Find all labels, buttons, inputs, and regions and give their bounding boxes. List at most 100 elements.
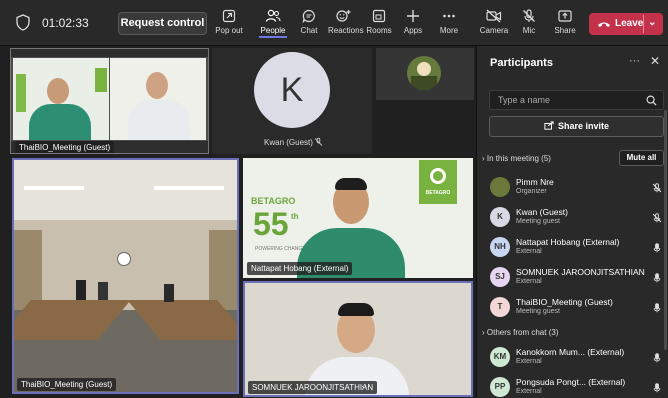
participant-name: Kwan (Guest) [516,207,568,217]
people-button[interactable]: People [259,9,287,41]
pop-out-label: Pop out [215,26,243,35]
share-button[interactable]: Share [552,9,578,41]
search-input[interactable]: Type a name [489,90,664,110]
room-ceiling [14,160,237,220]
share-invite-label: Share invite [557,121,610,131]
avatar: K [490,207,510,227]
panel-title: Participants [490,57,553,69]
apps-label: Apps [403,26,423,35]
shield-icon [16,14,30,31]
chat-label: Chat [300,26,318,35]
participant-role: External [516,358,542,365]
avatar: T [490,297,510,317]
mute-all-button[interactable]: Mute all [619,150,664,166]
reactions-icon [336,10,351,22]
participant-name: ThaiBIO_Meeting (Guest) [516,297,613,307]
avatar: SJ [490,267,510,287]
panel-scrollbar[interactable] [664,110,667,350]
video-tile-organizer[interactable] [376,48,474,100]
logo-badge [95,68,107,92]
participant-name: Kanokkorn Mum... (External) [516,347,625,357]
others-section-header[interactable]: › Others from chat (3) [482,328,558,337]
participant-name-tag: Nattapat Hobang (External) [247,262,353,275]
mic-off-icon[interactable] [652,181,662,199]
participant-role: External [516,248,542,255]
participant-row[interactable]: SJ SOMNUEK JAROONJITSATHIAN External [490,264,668,292]
person-head [47,78,69,104]
participant-row[interactable]: T ThaiBIO_Meeting (Guest) Meeting guest [490,294,668,322]
reactions-button[interactable]: Reactions [328,9,364,41]
mic-off-icon[interactable] [652,211,662,229]
apps-icon [407,10,419,22]
mic-button[interactable]: Mic [516,9,542,41]
participants-panel: Participants ··· ✕ Type a name Share inv… [476,46,668,398]
mic-icon[interactable] [652,351,662,369]
rooms-label: Rooms [366,26,392,35]
seated-person [164,284,174,302]
people-label: People [259,26,287,38]
participant-row[interactable]: PP Pongsuda Pongt... (External) External [490,374,668,398]
search-placeholder: Type a name [498,95,551,105]
shared-video-left [13,58,109,140]
rooms-button[interactable]: Rooms [366,9,392,41]
apps-button[interactable]: Apps [400,9,426,41]
avatar [490,177,510,197]
photo-detail [411,76,437,90]
participant-role: Meeting guest [516,218,560,225]
request-control-button[interactable]: Request control [118,12,207,35]
chat-button[interactable]: Chat [296,9,322,41]
person-head [146,72,168,99]
shared-video-right [110,58,206,140]
participant-row[interactable]: K Kwan (Guest) Meeting guest [490,204,668,232]
more-icon [443,14,455,18]
close-icon[interactable]: ✕ [650,54,660,68]
people-icon [265,9,281,22]
leave-button[interactable]: Leave ⌄ [589,13,663,35]
chat-icon [302,9,315,23]
seated-person [98,282,108,300]
participant-name-tag: ThaiBIO_Meeting (Guest) [15,141,115,153]
in-meeting-section-header[interactable]: › In this meeting (5) [482,154,551,163]
mic-icon[interactable] [652,301,662,319]
photo-detail [417,62,431,76]
betagro-wordmark: BETAGRO [251,196,296,206]
mic-icon[interactable] [652,381,662,398]
video-tile-kwan[interactable]: K Kwan (Guest) [212,48,372,154]
others-label: Others from chat (3) [486,328,559,337]
more-button[interactable]: More [436,9,462,41]
camera-button[interactable]: Camera [479,9,509,41]
meeting-toolbar: 01:02:33 Request control Pop out People … [0,0,668,46]
video-stage: ThaiBIO_Meeting (Guest) K Kwan (Guest) T… [0,46,476,398]
tagline: POWERING CHANGE [255,246,306,252]
logo-mark [430,168,446,184]
mic-icon[interactable] [652,271,662,289]
video-tile-nattapat[interactable]: BETAGRO 55 th POWERING CHANGE BETAGRO Na… [243,158,473,278]
chevron-down-icon: › [482,154,485,163]
participant-name: SOMNUEK JAROONJITSATHIAN [516,267,645,277]
share-invite-button[interactable]: Share invite [489,116,664,137]
participant-name: Nattapat Hobang (External) [516,237,620,247]
participant-row[interactable]: KM Kanokkorn Mum... (External) External [490,344,668,372]
more-options-icon[interactable]: ··· [629,55,640,67]
video-tile-meeting-room[interactable]: ThaiBIO_Meeting (Guest) [12,158,239,394]
share-invite-icon [544,121,554,130]
participant-row[interactable]: Pimm Nre Organizer [490,174,668,202]
phone-hangup-icon [598,22,610,27]
pop-out-icon [222,9,236,23]
seated-person [76,280,86,300]
participant-role: External [516,388,542,395]
participant-row[interactable]: NH Nattapat Hobang (External) External [490,234,668,262]
avatar: PP [490,377,510,397]
wall-clock [117,252,131,266]
participant-role: Meeting guest [516,308,560,315]
avatar-photo [407,56,441,90]
mic-off-icon [314,137,323,146]
mic-icon[interactable] [652,241,662,259]
video-tile-somnuek[interactable]: SOMNUEK JAROONJITSATHIAN ··· [243,281,473,397]
tile-more-icon[interactable]: ··· [361,381,370,391]
pop-out-button[interactable]: Pop out [215,9,243,41]
chevron-down-icon[interactable]: ⌄ [648,17,656,28]
rooms-icon [372,9,386,23]
person-shirt [128,100,190,140]
video-tile-shared-screen[interactable]: ThaiBIO_Meeting (Guest) [10,48,209,154]
